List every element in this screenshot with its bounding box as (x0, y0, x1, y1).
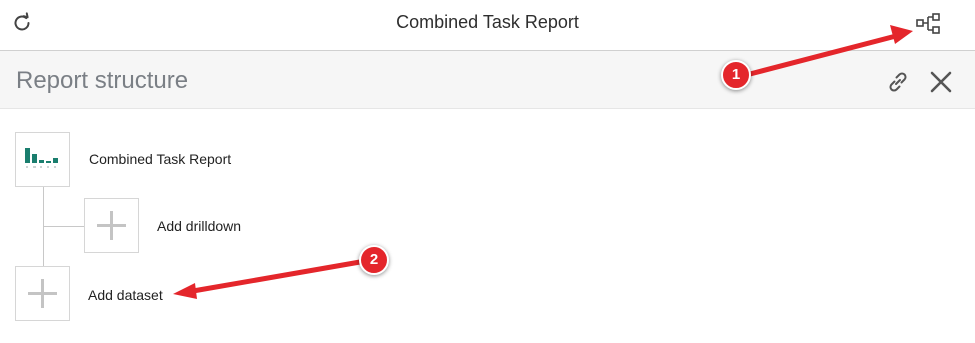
top-bar: Combined Task Report (0, 0, 975, 51)
add-drilldown-label[interactable]: Add drilldown (157, 218, 241, 234)
report-structure-icon[interactable] (916, 13, 942, 35)
add-drilldown-button[interactable] (84, 198, 139, 253)
report-tree: Combined Task Report Add drilldown Add d… (0, 109, 975, 343)
bar-chart-thumbnail-icon (25, 148, 58, 168)
report-node-label[interactable]: Combined Task Report (89, 151, 231, 167)
plus-icon (97, 211, 126, 240)
link-icon[interactable] (885, 69, 911, 95)
report-thumbnail[interactable] (15, 132, 70, 187)
callout-2-badge: 2 (359, 245, 389, 275)
panel-title: Report structure (16, 67, 189, 94)
tree-connector-horizontal (43, 226, 84, 227)
close-icon[interactable] (928, 69, 954, 95)
callout-1-badge: 1 (721, 60, 751, 90)
add-dataset-button[interactable] (15, 266, 70, 321)
panel-header: Report structure (0, 51, 975, 109)
plus-icon (28, 279, 57, 308)
report-title: Combined Task Report (396, 12, 579, 32)
add-dataset-label[interactable]: Add dataset (88, 287, 163, 303)
